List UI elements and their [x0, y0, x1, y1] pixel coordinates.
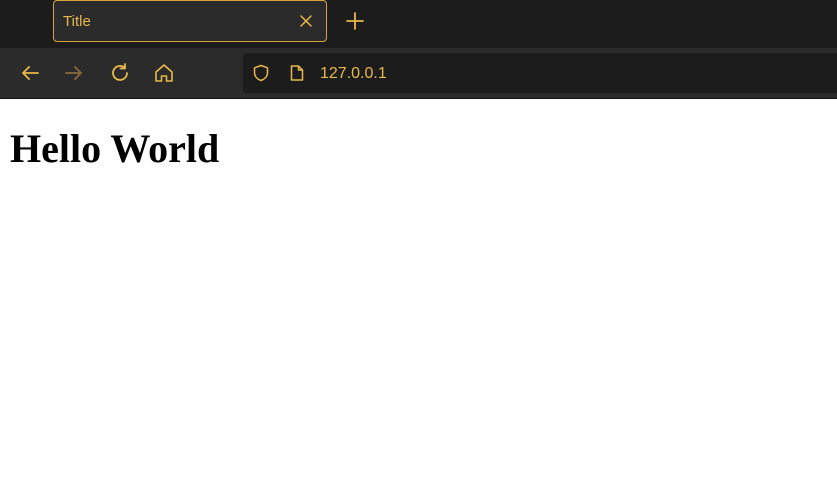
arrow-right-icon[interactable]	[63, 62, 85, 84]
address-bar[interactable]: 127.0.0.1	[243, 53, 837, 93]
tab-title: Title	[63, 13, 91, 30]
browser-window: Title 127.0.0.1 Hello World	[0, 0, 837, 477]
close-icon[interactable]	[298, 13, 314, 29]
navigation-toolbar: 127.0.0.1	[0, 48, 837, 99]
page-icon[interactable]	[288, 64, 306, 82]
arrow-left-icon[interactable]	[19, 62, 41, 84]
home-icon[interactable]	[153, 62, 175, 84]
page-heading: Hello World	[10, 126, 220, 171]
plus-icon[interactable]	[344, 10, 366, 32]
shield-icon[interactable]	[252, 64, 270, 82]
reload-icon[interactable]	[109, 62, 131, 84]
tab-bar: Title	[0, 0, 837, 48]
page-content: Hello World	[0, 99, 837, 477]
active-tab[interactable]: Title	[53, 0, 327, 42]
url-text[interactable]: 127.0.0.1	[320, 65, 387, 83]
